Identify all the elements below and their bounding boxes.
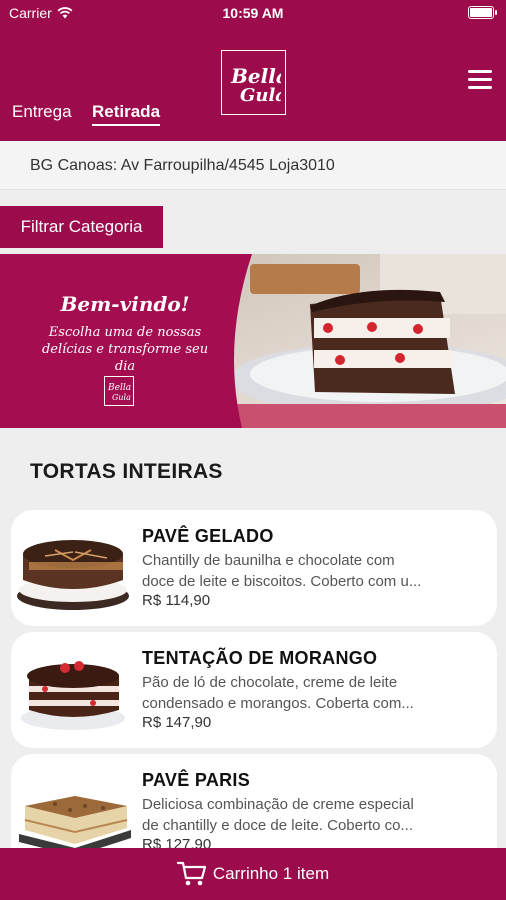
pave-paris-image xyxy=(19,796,131,856)
section-title: TORTAS INTEIRAS xyxy=(30,460,223,483)
welcome-banner: Bem-vindo! Escolha uma de nossas delícia… xyxy=(0,254,506,428)
bella-gula-logo: Bella Gula xyxy=(221,50,286,115)
product-description-line2: condensado e morangos. Coberta com... xyxy=(142,695,414,712)
product-description-line1: Pão de ló de chocolate, creme de leite xyxy=(142,674,398,691)
product-description: Pão de ló de chocolate, creme de leite c… xyxy=(142,672,482,714)
product-description-line2: doce de leite e biscoitos. Coberto com u… xyxy=(142,573,422,590)
product-description-line2: de chantilly e doce de leite. Coberto co… xyxy=(142,817,413,834)
product-description-line1: Deliciosa combinação de creme especial xyxy=(142,796,414,813)
filter-category-button[interactable]: Filtrar Categoria xyxy=(0,206,163,248)
svg-text:Bella: Bella xyxy=(107,383,131,393)
product-description-line1: Chantilly de baunilha e chocolate com xyxy=(142,552,395,569)
svg-text:Gula: Gula xyxy=(240,85,281,106)
product-name: PAVÊ PARIS xyxy=(142,770,251,790)
product-name: TENTAÇÃO DE MORANGO xyxy=(142,648,378,668)
status-bar: Carrier 10:59 AM xyxy=(0,0,506,26)
banner-subtitle-line2: delícias e transforme seu dia xyxy=(41,342,209,374)
logo-script-icon: Bella Gula xyxy=(230,64,281,106)
product-description: Deliciosa combinação de creme especial d… xyxy=(142,794,482,836)
product-card[interactable]: PAVÊ GELADO Chantilly de baunilha e choc… xyxy=(11,510,497,626)
app-header: Entrega Retirada Bella Gula xyxy=(0,26,506,141)
tab-entrega[interactable]: Entrega xyxy=(12,102,72,122)
banner-logo-icon: Bella Gula xyxy=(104,376,134,406)
tab-retirada[interactable]: Retirada xyxy=(92,102,161,126)
tentacao-de-morango-image xyxy=(21,661,125,730)
banner-subtitle: Escolha uma de nossas delícias e transfo… xyxy=(30,324,220,375)
shopping-cart-icon xyxy=(176,861,206,886)
store-selector[interactable]: BG Canoas: Av Farroupilha/4545 Loja3010 xyxy=(0,141,506,190)
svg-text:Gula: Gula xyxy=(112,393,131,402)
banner-title: Bem-vindo! xyxy=(60,292,190,316)
product-price: R$ 147,90 xyxy=(142,714,212,731)
clock: 10:59 AM xyxy=(222,5,284,21)
hamburger-menu-icon[interactable] xyxy=(468,70,492,90)
cart-label: Carrinho 1 item xyxy=(212,864,330,883)
pave-gelado-image xyxy=(17,540,129,610)
store-name: BG Canoas: Av Farroupilha/4545 Loja3010 xyxy=(30,157,335,174)
product-description: Chantilly de baunilha e chocolate com do… xyxy=(142,550,482,592)
product-price: R$ 114,90 xyxy=(142,592,211,609)
banner-subtitle-line1: Escolha uma de nossas xyxy=(48,325,202,340)
product-card[interactable]: TENTAÇÃO DE MORANGO Pão de ló de chocola… xyxy=(11,632,497,748)
cart-button[interactable]: Carrinho 1 item xyxy=(0,848,506,900)
battery-icon xyxy=(468,6,497,19)
product-name: PAVÊ GELADO xyxy=(142,526,274,546)
